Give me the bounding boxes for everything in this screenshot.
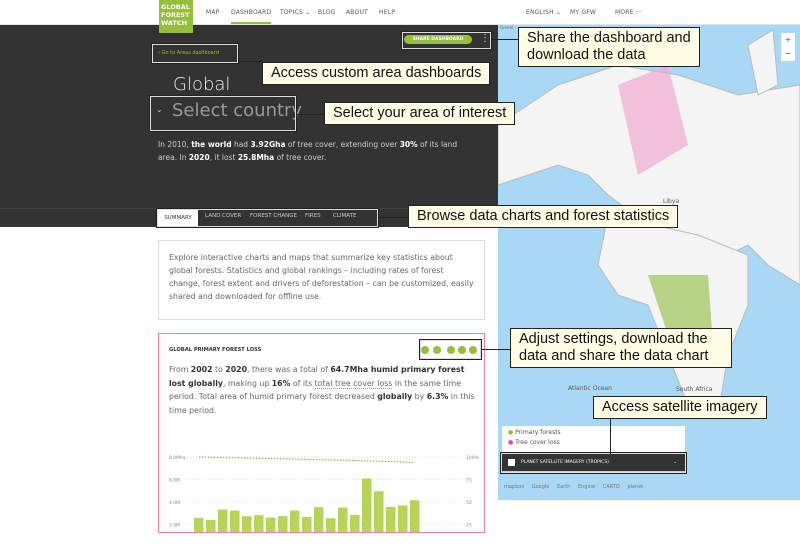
callout-tabs: Browse data charts and forest statistics — [408, 205, 679, 228]
bar — [338, 507, 348, 532]
highlight-select — [149, 95, 297, 132]
nav-blog[interactable]: BLOG — [318, 9, 335, 16]
bar — [290, 510, 300, 532]
bar — [266, 517, 276, 532]
bar — [398, 505, 408, 532]
bar — [410, 500, 420, 532]
gfw-logo[interactable]: GLOBAL FOREST WATCH — [159, 0, 193, 33]
primary-forest-loss-widget: GLOBAL PRIMARY FOREST LOSS From 2002 to … — [158, 333, 485, 533]
summary-sentence: In 2010, the world had 3.92Gha of tree c… — [158, 140, 458, 162]
nav-dashboard[interactable]: DASHBOARD — [231, 9, 272, 24]
place-label: Libya — [663, 198, 679, 205]
nav-map[interactable]: MAP — [206, 9, 220, 16]
highlight-share — [401, 31, 492, 50]
bar — [314, 507, 324, 532]
extent-line — [198, 456, 416, 464]
bar — [230, 510, 240, 532]
legend-item[interactable]: ● Tree cover loss — [502, 439, 685, 446]
bar — [374, 491, 384, 532]
map-legend: ● Primary forests ● Tree cover loss — [502, 426, 685, 454]
page-title: Global — [173, 74, 231, 95]
y2-tick-label: 75 — [466, 478, 472, 484]
zoom-in-button[interactable]: + — [781, 33, 795, 47]
highlight-controls — [419, 339, 482, 360]
y2-tick-label: 100% — [466, 455, 480, 461]
bar — [326, 518, 336, 532]
nav-topics[interactable]: TOPICS ⌄ — [280, 9, 310, 16]
widget-sentence: From 2002 to 2020, there was a total of … — [169, 365, 475, 415]
map-attributions: mapbox Google Earth Engine CARTO planet — [504, 484, 644, 490]
zoom-out-button[interactable]: − — [781, 47, 795, 61]
bar — [254, 515, 264, 532]
nav-help[interactable]: HELP — [379, 9, 395, 16]
bar — [218, 509, 228, 532]
callout-satellite: Access satellite imagery — [593, 396, 767, 419]
bar — [386, 506, 396, 532]
top-nav — [0, 0, 800, 25]
bar — [362, 478, 372, 532]
callout-widget: Adjust settings, download the data and s… — [510, 328, 732, 368]
more-menu[interactable]: MORE ··· — [615, 9, 642, 16]
highlight-planet — [500, 452, 687, 474]
y-tick-label: 6.0M — [169, 478, 180, 484]
highlight-back — [151, 43, 239, 64]
place-label: Atlantic Ocean — [568, 385, 612, 392]
callout-select: Select your area of interest — [324, 102, 516, 125]
bar — [206, 519, 216, 532]
zoom-controls[interactable]: + − — [781, 33, 795, 61]
y-tick-label: 2.0M — [169, 523, 180, 529]
nav-about[interactable]: ABOUT — [346, 9, 368, 16]
bar — [194, 517, 204, 532]
callout-areas: Access custom area dashboards — [262, 62, 491, 85]
language-select[interactable]: ENGLISH ⌄ — [526, 9, 561, 16]
place-label: South Africa — [676, 386, 713, 393]
y2-tick-label: 50 — [466, 500, 472, 506]
forest-loss-chart: 2.0M 25 4.0M 50 6.0M 75 8.0Mha 100% — [169, 455, 480, 532]
intro-text: Explore interactive charts and maps that… — [158, 240, 485, 320]
legend-item[interactable]: ● Primary forests — [502, 426, 685, 439]
y2-tick-label: 25 — [466, 523, 472, 529]
y-tick-label: 4.0M — [169, 500, 180, 506]
y-tick-label: 8.0Mha — [169, 455, 186, 461]
highlight-tabs — [156, 208, 379, 228]
bar — [278, 516, 288, 532]
my-gfw[interactable]: MY GFW — [570, 9, 596, 16]
bar — [242, 516, 252, 532]
bar — [350, 514, 360, 532]
widget-title: GLOBAL PRIMARY FOREST LOSS — [169, 347, 262, 353]
map-label: Greenl — [500, 25, 514, 30]
bar — [302, 516, 312, 532]
callout-share: Share the dashboard and download the dat… — [518, 27, 700, 67]
